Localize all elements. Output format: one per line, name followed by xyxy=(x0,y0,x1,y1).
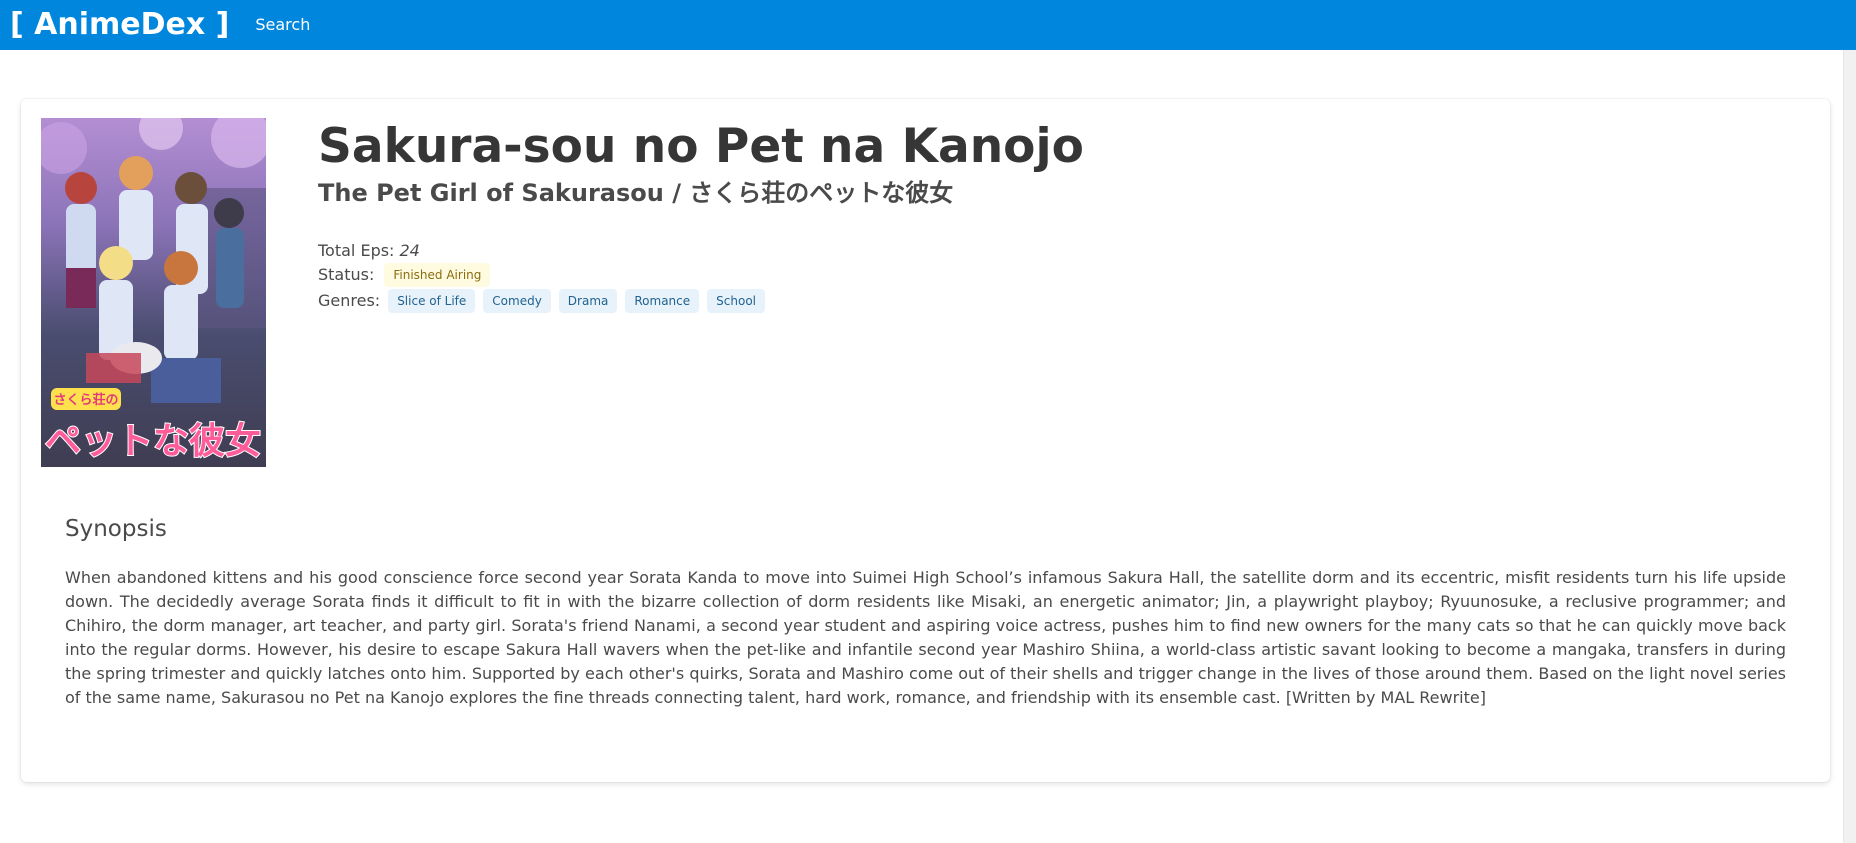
synopsis-text: When abandoned kittens and his good cons… xyxy=(65,568,1786,707)
total-eps-row: Total Eps: 24 xyxy=(318,239,1798,263)
anime-detail-card: さくら荘の ペットな彼女 Sakura-sou no Pet na Kanojo… xyxy=(21,99,1830,782)
poster-logo-main: ペットな彼女 xyxy=(45,421,261,462)
genre-tag-school[interactable]: School xyxy=(707,289,765,313)
anime-info-panel: Sakura-sou no Pet na Kanojo The Pet Girl… xyxy=(318,117,1798,313)
status-label: Status: xyxy=(318,265,375,284)
genre-tag-drama[interactable]: Drama xyxy=(558,289,618,313)
total-eps-value: 24 xyxy=(399,241,420,260)
anime-title: Sakura-sou no Pet na Kanojo xyxy=(318,119,1084,174)
top-navbar: [ AnimeDex ] Search xyxy=(0,0,1856,50)
status-badge: Finished Airing xyxy=(384,263,491,287)
nav-search-link[interactable]: Search xyxy=(255,0,310,50)
brand-logo-link[interactable]: [ AnimeDex ] xyxy=(10,0,229,50)
genres-label: Genres: xyxy=(318,291,381,310)
total-eps-label: Total Eps: xyxy=(318,241,395,260)
genre-tag-list: Slice of Life Comedy Drama Romance Schoo… xyxy=(380,289,765,313)
genre-tag-romance[interactable]: Romance xyxy=(625,289,700,313)
synopsis-section: Synopsis When abandoned kittens and his … xyxy=(65,514,1786,710)
page-scrollbar[interactable] xyxy=(1843,50,1856,843)
poster-illustration: さくら荘の ペットな彼女 xyxy=(41,118,266,463)
synopsis-heading: Synopsis xyxy=(65,516,167,542)
genre-tag-slice-of-life[interactable]: Slice of Life xyxy=(388,289,476,313)
anime-meta: Total Eps: 24 Status: Finished Airing Ge… xyxy=(318,239,1798,313)
anime-alt-titles: The Pet Girl of Sakurasou / さくら荘のペットな彼女 xyxy=(318,179,954,207)
poster-logo-top: さくら荘の xyxy=(53,392,118,408)
genres-row: Genres: Slice of Life Comedy Drama Roman… xyxy=(318,289,1798,313)
anime-poster-image: さくら荘の ペットな彼女 xyxy=(41,118,266,467)
genre-tag-comedy[interactable]: Comedy xyxy=(483,289,551,313)
status-row: Status: Finished Airing xyxy=(318,263,1798,287)
